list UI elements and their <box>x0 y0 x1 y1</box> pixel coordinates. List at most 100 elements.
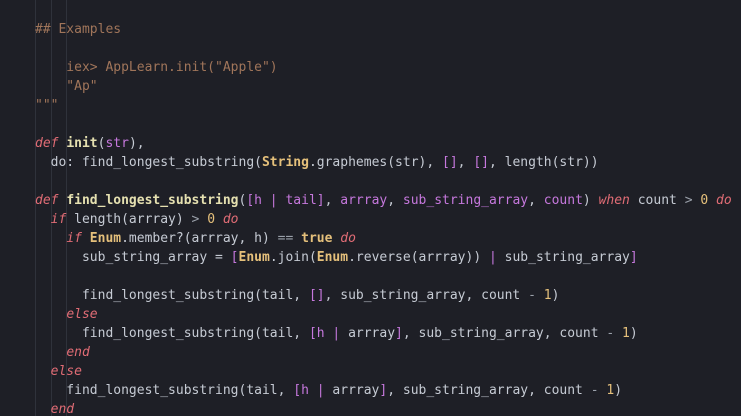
code-token: [h | <box>308 326 349 341</box>
code-token: find_longest_substring(tail, <box>35 288 309 303</box>
code-token: , sub_string_array, count <box>324 288 529 303</box>
code-line[interactable]: find_longest_substring(tail, [h | arrray… <box>35 381 732 400</box>
code-token: ), <box>128 136 145 151</box>
code-token: if <box>66 231 82 246</box>
code-line[interactable]: find_longest_substring(tail, [], sub_str… <box>35 286 732 305</box>
code-token: Enum <box>316 250 349 265</box>
code-token: [h | tail] <box>246 193 325 208</box>
code-token: sub_string_array = <box>35 250 231 265</box>
code-token: [] <box>442 155 458 170</box>
code-token: """ <box>35 98 59 113</box>
code-token: arrray <box>332 383 380 398</box>
code-token: ) <box>551 288 560 303</box>
code-token: ] <box>395 326 403 341</box>
code-token: length(arrray) <box>66 212 192 227</box>
code-token: sub_string_array <box>402 193 529 208</box>
code-token: end <box>66 345 90 360</box>
code-token: count <box>543 193 583 208</box>
code-token: 0 <box>207 212 216 227</box>
code-token: count <box>629 193 685 208</box>
code-token: do <box>716 193 732 208</box>
code-token: , length(str)) <box>488 155 599 170</box>
code-token: init <box>66 136 98 151</box>
code-token: [] <box>473 155 489 170</box>
code-line[interactable]: iex> AppLearn.init("Apple") <box>35 58 732 77</box>
code-token: ) <box>629 326 638 341</box>
code-token: , <box>457 155 474 170</box>
code-token: 1 <box>543 288 552 303</box>
code-token: .join( <box>269 250 317 265</box>
code-token: find_longest_substring(tail, <box>35 383 294 398</box>
code-token: true <box>301 231 333 246</box>
code-token: ] <box>629 250 638 265</box>
code-token: .graphemes(str), <box>308 155 443 170</box>
code-token: sub_string_array <box>496 250 630 265</box>
code-token: .member?(arrray, h) <box>121 231 278 246</box>
code-token: end <box>50 402 75 416</box>
code-line[interactable]: def find_longest_substring([h | tail], a… <box>35 191 732 210</box>
code-line[interactable]: "Ap" <box>35 77 732 96</box>
code-token: ) <box>614 383 623 398</box>
code-token: find_longest_substring(tail, <box>35 326 309 341</box>
code-line[interactable]: if length(arrray) > 0 do <box>35 210 732 229</box>
code-line[interactable]: ## Examples <box>35 20 732 39</box>
code-token: arrray <box>348 326 396 341</box>
code-line[interactable] <box>35 267 732 286</box>
code-token: iex> AppLearn.init("Apple") <box>35 60 278 75</box>
code-token: do <box>340 231 356 246</box>
code-token: , sub_string_array, count <box>402 326 607 341</box>
code-line[interactable]: find_longest_substring(tail, [h | arrray… <box>35 324 732 343</box>
code-line[interactable]: else <box>35 305 732 324</box>
code-line[interactable]: do: find_longest_substring(String.graphe… <box>35 153 732 172</box>
code-line[interactable]: sub_string_array = [Enum.join(Enum.rever… <box>35 248 732 267</box>
code-line[interactable] <box>35 172 732 191</box>
code-lines[interactable]: ## Examples iex> AppLearn.init("Apple") … <box>35 20 732 416</box>
code-token: do: find_longest_substring( <box>35 155 262 170</box>
code-token: > <box>684 193 693 208</box>
code-token: .reverse(arrray)) <box>348 250 489 265</box>
code-token: [h | <box>293 383 333 398</box>
code-token: Enum <box>238 250 270 265</box>
code-line[interactable]: """ <box>35 96 732 115</box>
code-line[interactable] <box>35 39 732 58</box>
code-token: str <box>105 136 129 151</box>
code-token: == <box>277 231 294 246</box>
code-token: def <box>35 136 59 151</box>
code-token: def <box>35 193 59 208</box>
code-token: ## Examples <box>35 22 122 37</box>
code-token: , sub_string_array, count <box>387 383 591 398</box>
code-token: [ <box>230 250 239 265</box>
code-token: , <box>528 193 544 208</box>
code-line[interactable]: end <box>35 400 732 416</box>
code-token: else <box>66 307 98 322</box>
code-token: 1 <box>622 326 630 341</box>
code-token: arrray <box>340 193 388 208</box>
code-token: when <box>598 193 630 208</box>
code-line[interactable] <box>35 115 732 134</box>
code-token: - <box>528 288 536 303</box>
code-token: , <box>324 193 341 208</box>
code-token: "Ap" <box>35 79 98 94</box>
code-token: do <box>222 212 239 227</box>
code-token: , <box>387 193 403 208</box>
code-token: Enum <box>89 231 122 246</box>
code-line[interactable]: end <box>35 343 732 362</box>
code-token: | <box>488 250 497 265</box>
code-line[interactable]: if Enum.member?(arrray, h) == true do <box>35 229 732 248</box>
code-line[interactable]: def init(str), <box>35 134 732 153</box>
code-token: - <box>590 383 599 398</box>
code-token: find_longest_substring <box>66 193 239 208</box>
code-editor[interactable]: ## Examples iex> AppLearn.init("Apple") … <box>0 0 741 416</box>
code-token: 0 <box>700 193 709 208</box>
code-line[interactable]: else <box>35 362 732 381</box>
